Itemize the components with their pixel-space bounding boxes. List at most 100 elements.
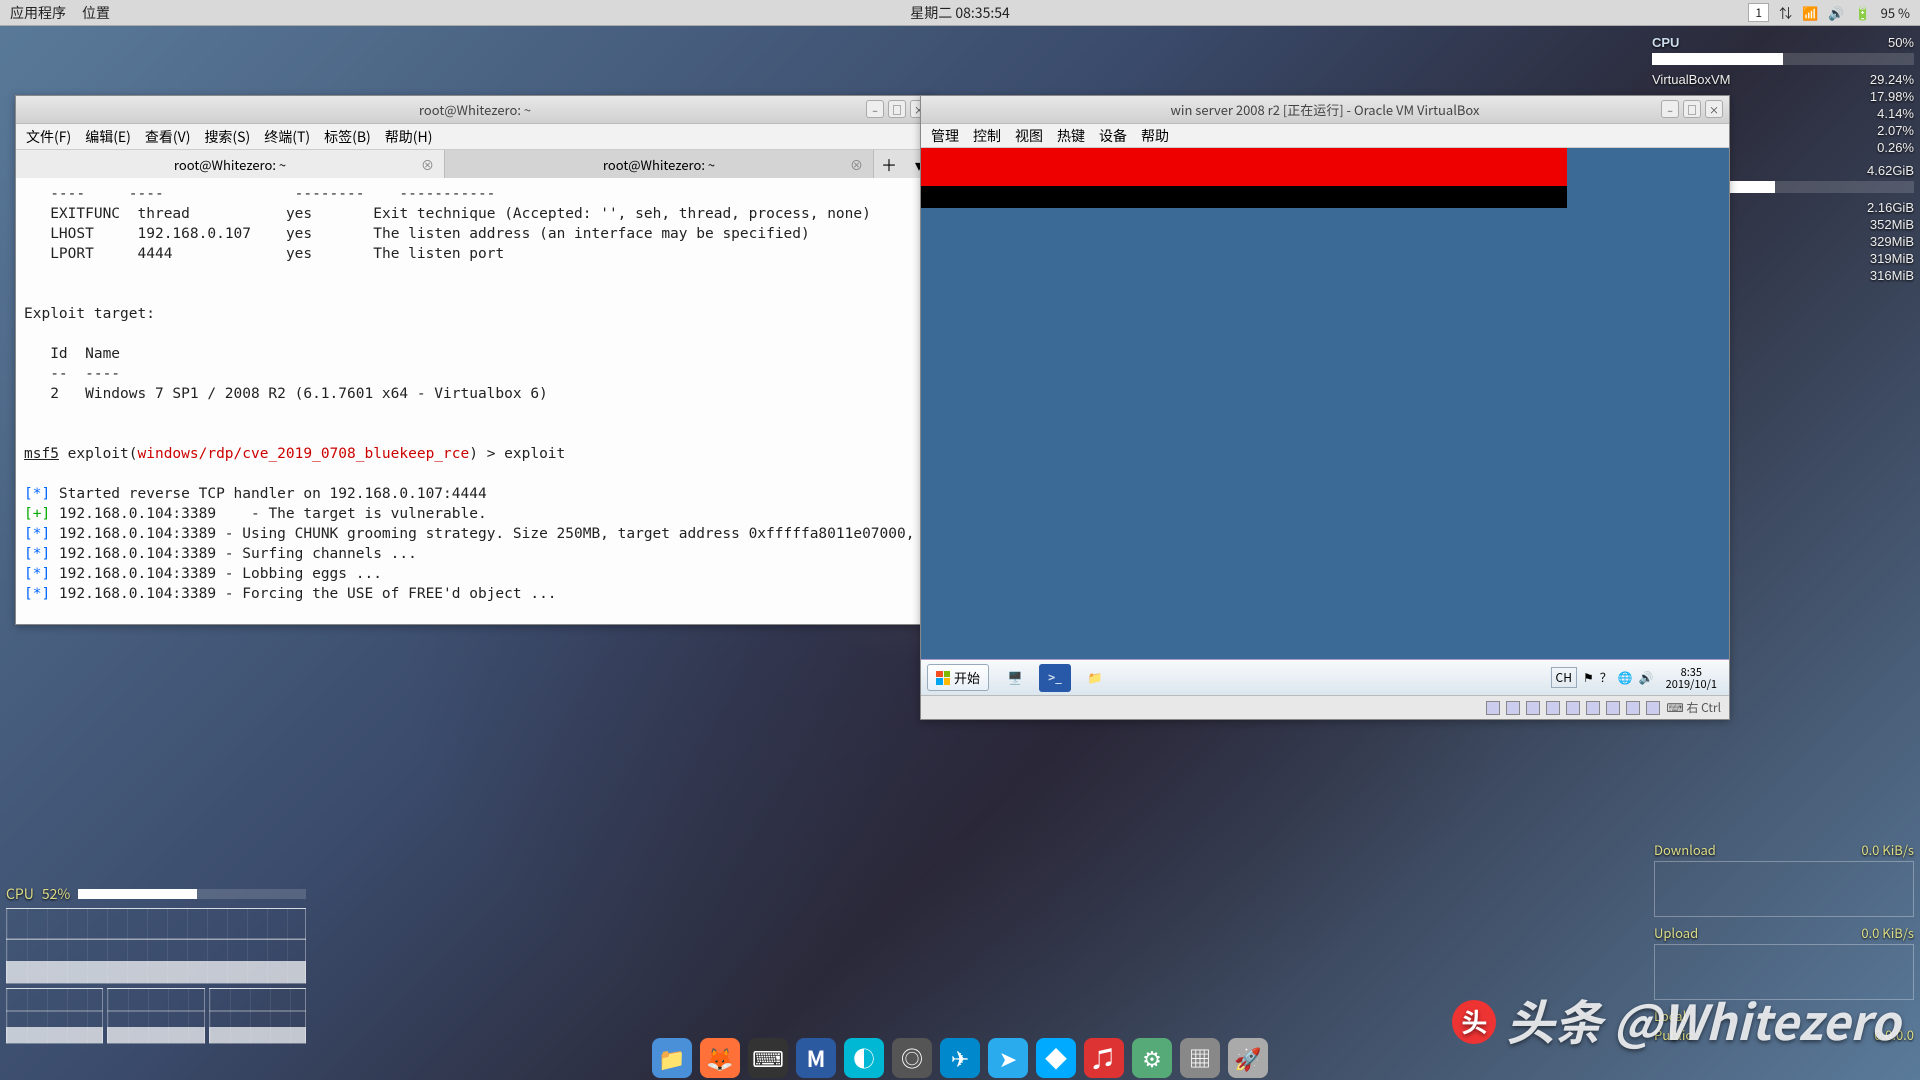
dock-firefox-icon[interactable]: 🦊 bbox=[700, 1038, 740, 1078]
hostkey-label: 右 Ctrl bbox=[1686, 699, 1721, 716]
dock-app-icon[interactable]: ▦ bbox=[1180, 1038, 1220, 1078]
network-icon[interactable]: ⇅ bbox=[1779, 3, 1792, 22]
term-text: -- ---- bbox=[24, 366, 120, 382]
terminal-tab-2[interactable]: root@Whitezero: ~ ⊗ bbox=[445, 150, 874, 178]
menu-applications[interactable]: 应用程序 bbox=[10, 3, 66, 23]
vbox-menu-help[interactable]: 帮助 bbox=[1141, 126, 1169, 146]
maximize-button[interactable]: □ bbox=[888, 100, 906, 118]
terminal-tab-1[interactable]: root@Whitezero: ~⊗ bbox=[16, 150, 445, 178]
status-shared-icon[interactable] bbox=[1586, 701, 1600, 715]
cpu-pct: 50% bbox=[1888, 34, 1914, 51]
opt-name: LHOST bbox=[50, 226, 94, 242]
proc-pct: 17.98% bbox=[1870, 88, 1914, 105]
start-label: 开始 bbox=[954, 668, 980, 687]
tab-add-button[interactable]: ＋ bbox=[874, 150, 904, 178]
tray-flag-icon[interactable]: ⚑ bbox=[1583, 669, 1594, 686]
tray-help-icon[interactable]: ？ bbox=[1600, 669, 1612, 686]
log-tag: [*] bbox=[24, 486, 50, 502]
proc-pct: 0.26% bbox=[1877, 139, 1914, 156]
opt-req: yes bbox=[286, 226, 312, 242]
dock-app-icon[interactable]: ◆ bbox=[1036, 1038, 1076, 1078]
dock-nautilus-icon[interactable]: 📁 bbox=[652, 1038, 692, 1078]
tab-label: root@Whitezero: ~ bbox=[603, 155, 715, 174]
vbox-menu-control[interactable]: 控制 bbox=[973, 126, 1001, 146]
minimize-button[interactable]: – bbox=[866, 100, 884, 118]
tray-volume-icon[interactable]: 🔊 bbox=[1639, 669, 1654, 686]
menu-edit[interactable]: 编辑(E) bbox=[85, 127, 131, 147]
dock-app-icon[interactable]: ◎ bbox=[892, 1038, 932, 1078]
vbox-menu-view[interactable]: 视图 bbox=[1015, 126, 1043, 146]
menu-places[interactable]: 位置 bbox=[82, 3, 110, 23]
panel-clock[interactable]: 星期二 08:35:54 bbox=[910, 3, 1010, 23]
dock-app-icon[interactable]: ◐ bbox=[844, 1038, 884, 1078]
dock-netease-icon[interactable]: ♫ bbox=[1084, 1038, 1124, 1078]
log-msg: 192.168.0.104:3389 - Surfing channels ..… bbox=[50, 546, 417, 562]
dock-metasploit-icon[interactable]: M bbox=[796, 1038, 836, 1078]
guest-screen[interactable]: 开始 🖥️ >_ 📁 CH ⚑ ？ 🌐 🔊 8:35 2019/10/1 bbox=[921, 148, 1729, 695]
tab-close-icon[interactable]: ⊗ bbox=[850, 155, 863, 174]
menu-file[interactable]: 文件(F) bbox=[26, 127, 71, 147]
terminal-menubar: 文件(F) 编辑(E) 查看(V) 搜索(S) 终端(T) 标签(B) 帮助(H… bbox=[16, 124, 934, 150]
vbox-menu-manage[interactable]: 管理 bbox=[931, 126, 959, 146]
menu-terminal[interactable]: 终端(T) bbox=[264, 127, 310, 147]
log-msg: 192.168.0.104:3389 - Using CHUNK groomin… bbox=[50, 526, 934, 542]
dock-app-icon[interactable]: ✈ bbox=[940, 1038, 980, 1078]
virtualbox-window: win server 2008 r2 [正在运行] - Oracle VM Vi… bbox=[920, 95, 1730, 720]
workspace-indicator[interactable]: 1 bbox=[1748, 3, 1769, 22]
proc-pct: 4.14% bbox=[1877, 105, 1914, 122]
status-usb-icon[interactable] bbox=[1566, 701, 1580, 715]
terminal-titlebar[interactable]: root@Whitezero: ~ – □ × bbox=[16, 96, 934, 124]
clock-date: 2019/10/1 bbox=[1666, 678, 1717, 690]
explorer-icon[interactable]: 📁 bbox=[1079, 664, 1111, 692]
dock-terminal-icon[interactable]: ⌨ bbox=[748, 1038, 788, 1078]
dock-telegram-icon[interactable]: ➤ bbox=[988, 1038, 1028, 1078]
maximize-button[interactable]: □ bbox=[1683, 100, 1701, 118]
vbox-menu-device[interactable]: 设备 bbox=[1099, 126, 1127, 146]
vbox-menu-hotkey[interactable]: 热键 bbox=[1057, 126, 1085, 146]
opt-desc: The listen port bbox=[373, 246, 504, 262]
server-manager-icon[interactable]: 🖥️ bbox=[999, 664, 1031, 692]
start-button[interactable]: 开始 bbox=[927, 664, 989, 691]
status-display-icon[interactable] bbox=[1606, 701, 1620, 715]
lang-indicator[interactable]: CH bbox=[1551, 667, 1577, 688]
upload-label: Upload bbox=[1654, 923, 1698, 942]
powershell-icon[interactable]: >_ bbox=[1039, 664, 1071, 692]
term-heading: Exploit target: bbox=[24, 306, 155, 322]
status-net-icon[interactable] bbox=[1546, 701, 1560, 715]
menu-tabs[interactable]: 标签(B) bbox=[324, 127, 371, 147]
minimize-button[interactable]: – bbox=[1661, 100, 1679, 118]
opt-val: thread bbox=[138, 206, 190, 222]
menu-search[interactable]: 搜索(S) bbox=[204, 127, 250, 147]
cpu-monitor-left: CPU 52% bbox=[6, 884, 306, 1044]
opt-desc: Exit technique (Accepted: '', seh, threa… bbox=[373, 206, 871, 222]
term-text: Id Name bbox=[24, 346, 120, 362]
dock-app-icon[interactable]: 🚀 bbox=[1228, 1038, 1268, 1078]
opt-name: LPORT bbox=[50, 246, 94, 262]
vbox-menubar: 管理 控制 视图 热键 设备 帮助 bbox=[921, 124, 1729, 148]
close-button[interactable]: × bbox=[1705, 100, 1723, 118]
cpu-bar bbox=[1652, 53, 1914, 65]
windows-logo-icon bbox=[936, 671, 950, 685]
tab-close-icon[interactable]: ⊗ bbox=[421, 155, 434, 174]
menu-view[interactable]: 查看(V) bbox=[145, 127, 191, 147]
terminal-body[interactable]: ---- ---- -------- ----------- EXITFUNC … bbox=[16, 178, 934, 624]
dock-app-icon[interactable]: ⚙ bbox=[1132, 1038, 1172, 1078]
status-optical-icon[interactable] bbox=[1506, 701, 1520, 715]
wifi-icon[interactable]: 📶 bbox=[1802, 3, 1818, 22]
log-msg: Started reverse TCP handler on 192.168.0… bbox=[50, 486, 487, 502]
tray-network-icon[interactable]: 🌐 bbox=[1618, 669, 1633, 686]
battery-icon[interactable]: 🔋 bbox=[1854, 3, 1870, 22]
cpu-graph-core3 bbox=[209, 988, 306, 1044]
vbox-titlebar[interactable]: win server 2008 r2 [正在运行] - Oracle VM Vi… bbox=[921, 96, 1729, 124]
status-hdd-icon[interactable] bbox=[1486, 701, 1500, 715]
log-tag: [*] bbox=[24, 526, 50, 542]
status-record-icon[interactable] bbox=[1626, 701, 1640, 715]
hostkey-indicator[interactable]: ⌨ 右 Ctrl bbox=[1666, 699, 1721, 716]
guest-clock[interactable]: 8:35 2019/10/1 bbox=[1660, 666, 1723, 690]
menu-help[interactable]: 帮助(H) bbox=[385, 127, 433, 147]
status-audio-icon[interactable] bbox=[1526, 701, 1540, 715]
status-mouse-icon[interactable] bbox=[1646, 701, 1660, 715]
volume-icon[interactable]: 🔊 bbox=[1828, 3, 1844, 22]
terminal-tabs: root@Whitezero: ~⊗ root@Whitezero: ~⊗ ＋ … bbox=[16, 150, 934, 178]
terminal-title: root@Whitezero: ~ bbox=[419, 100, 531, 119]
